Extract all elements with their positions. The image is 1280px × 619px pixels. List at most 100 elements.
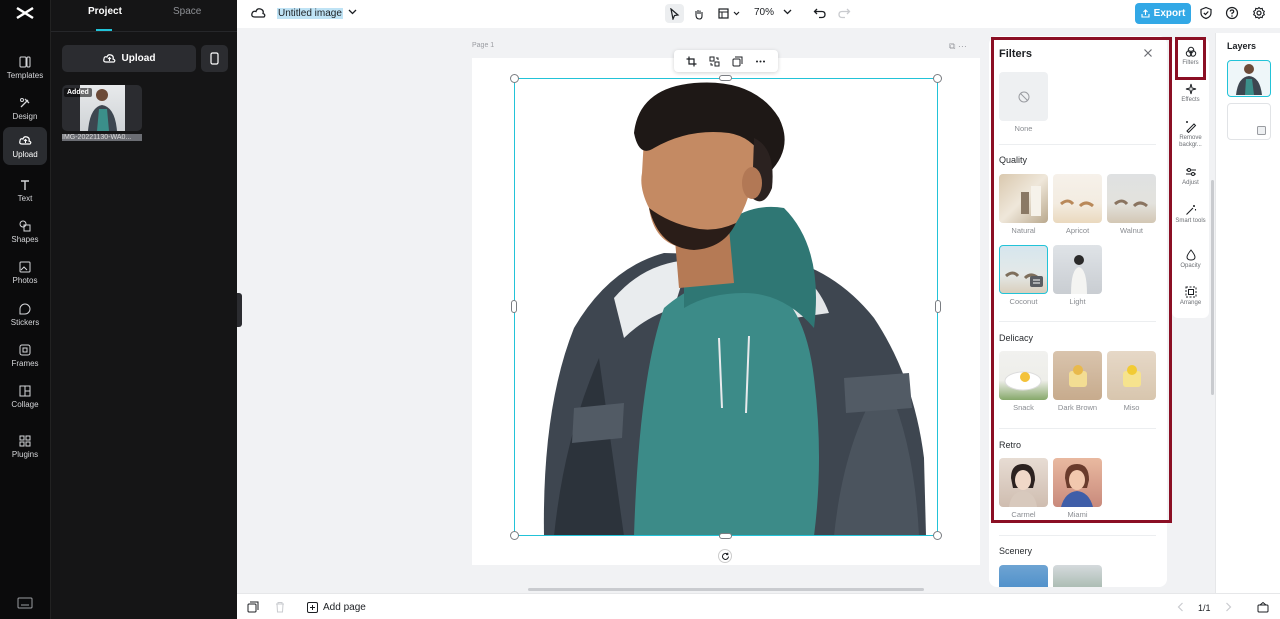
design-icon xyxy=(18,96,32,110)
sidebar-item-photos[interactable]: Photos xyxy=(3,253,47,291)
resize-handle-nw[interactable] xyxy=(510,74,519,83)
horizontal-scrollbar[interactable] xyxy=(528,588,924,591)
layers-title: Layers xyxy=(1227,41,1257,51)
prop-adjust[interactable]: Adjust xyxy=(1172,166,1209,187)
prop-label: Opacity xyxy=(1180,263,1201,269)
project-panel: Project Space Upload Added IMG-20221130-… xyxy=(50,0,238,619)
chevron-down-icon[interactable] xyxy=(348,9,357,15)
background-icon xyxy=(1257,126,1266,135)
export-button[interactable]: Export xyxy=(1135,3,1191,24)
upload-cloud-icon xyxy=(102,54,115,63)
layer-background[interactable] xyxy=(1227,103,1271,140)
opacity-icon xyxy=(1185,249,1196,261)
resize-handle-n[interactable] xyxy=(719,75,732,81)
sidebar-item-label: Upload xyxy=(12,149,38,159)
document-title[interactable]: Untitled image xyxy=(277,8,343,19)
prop-smart-tools[interactable]: Smart tools xyxy=(1172,204,1209,225)
prop-remove-background[interactable]: Remove backgr... xyxy=(1172,121,1209,149)
tab-project[interactable]: Project xyxy=(88,6,122,17)
sidebar-item-plugins[interactable]: Plugins xyxy=(3,427,47,465)
tab-space[interactable]: Space xyxy=(173,6,201,17)
sidebar-item-templates[interactable]: Templates xyxy=(3,48,47,86)
filters-scrollbar[interactable] xyxy=(1211,180,1214,395)
gear-icon[interactable] xyxy=(1252,6,1266,20)
sidebar-item-frames[interactable]: Frames xyxy=(3,336,47,374)
resize-handle-s[interactable] xyxy=(719,533,732,539)
sidebar-item-label: Photos xyxy=(12,275,38,285)
phone-icon xyxy=(210,52,219,65)
layers-stack-icon[interactable] xyxy=(247,601,259,613)
sidebar-item-design[interactable]: Design xyxy=(3,89,47,127)
resize-handle-ne[interactable] xyxy=(933,74,942,83)
prop-label: Arrange xyxy=(1179,300,1202,306)
rotate-icon xyxy=(721,552,729,560)
redo-icon[interactable] xyxy=(837,6,851,20)
resize-handle-w[interactable] xyxy=(511,300,517,313)
add-page-label: Add page xyxy=(323,602,366,613)
pages-panel-icon[interactable] xyxy=(1257,601,1269,613)
more-icon[interactable] xyxy=(755,56,766,67)
resize-handle-sw[interactable] xyxy=(510,531,519,540)
sidebar-item-label: Plugins xyxy=(11,449,39,459)
page-options[interactable]: ⧉ ··· xyxy=(949,41,967,52)
crop-icon[interactable] xyxy=(686,56,697,67)
plugins-icon xyxy=(18,434,32,448)
uploaded-asset-thumbnail[interactable]: Added xyxy=(62,85,142,131)
tabs-divider xyxy=(51,31,238,32)
collapse-panel-handle[interactable] xyxy=(237,293,242,327)
chevron-left-icon[interactable] xyxy=(1175,601,1187,613)
section-divider xyxy=(999,535,1156,536)
page-label: Page 1 xyxy=(472,42,495,49)
resize-handle-e[interactable] xyxy=(935,300,941,313)
layer-photo[interactable] xyxy=(1227,60,1271,97)
chevron-down-icon[interactable] xyxy=(783,9,792,15)
sidebar-item-upload[interactable]: Upload xyxy=(3,127,47,165)
added-badge: Added xyxy=(64,88,92,97)
arrange-icon xyxy=(1185,286,1196,298)
layout-icon xyxy=(718,8,729,19)
trash-icon[interactable] xyxy=(274,601,286,613)
property-rail: Filters Effects Remove backgr... Adjust … xyxy=(1172,38,1209,318)
shield-icon[interactable] xyxy=(1199,6,1213,20)
chevron-down-icon xyxy=(733,11,740,16)
filter-scenery-1[interactable] xyxy=(999,565,1048,587)
upload-button[interactable]: Upload xyxy=(62,45,196,72)
sidebar-item-text[interactable]: Text xyxy=(3,171,47,209)
filters-highlight-box xyxy=(991,37,1172,523)
filter-scenery-2[interactable] xyxy=(1053,565,1102,587)
hand-tool-button[interactable] xyxy=(689,4,708,23)
resize-menu-button[interactable] xyxy=(715,4,743,23)
capcut-logo[interactable] xyxy=(15,4,35,22)
resize-handle-se[interactable] xyxy=(933,531,942,540)
prop-effects[interactable]: Effects xyxy=(1172,83,1209,104)
sidebar-item-label: Design xyxy=(12,111,38,121)
effects-icon xyxy=(1185,83,1196,95)
add-page-icon xyxy=(307,602,318,613)
sidebar-item-label: Templates xyxy=(6,70,44,80)
select-tool-button[interactable] xyxy=(665,4,684,23)
chevron-right-icon[interactable] xyxy=(1222,601,1234,613)
zoom-level[interactable]: 70% xyxy=(754,7,774,18)
sidebar-item-stickers[interactable]: Stickers xyxy=(3,295,47,333)
top-bar: Untitled image 70% Export xyxy=(237,0,1280,28)
sidebar-item-collage[interactable]: Collage xyxy=(3,377,47,415)
selection-box[interactable] xyxy=(514,78,938,536)
prop-opacity[interactable]: Opacity xyxy=(1172,249,1209,270)
shapes-icon xyxy=(18,219,32,233)
sidebar-item-shapes[interactable]: Shapes xyxy=(3,212,47,250)
replace-icon[interactable] xyxy=(709,56,720,67)
stickers-icon xyxy=(18,302,32,316)
prop-arrange[interactable]: Arrange xyxy=(1172,286,1209,307)
cloud-sync-icon[interactable] xyxy=(251,7,266,19)
duplicate-icon[interactable] xyxy=(732,56,743,67)
add-page-button[interactable]: Add page xyxy=(307,602,366,613)
keyboard-icon[interactable] xyxy=(17,596,33,610)
smart-tools-icon xyxy=(1185,205,1196,215)
hand-icon xyxy=(694,9,703,20)
adjust-icon xyxy=(1185,168,1196,176)
undo-icon[interactable] xyxy=(813,6,827,20)
rotate-handle[interactable] xyxy=(718,549,732,563)
mobile-upload-button[interactable] xyxy=(201,45,228,72)
help-icon[interactable] xyxy=(1225,6,1239,20)
sidebar-item-label: Frames xyxy=(11,358,39,368)
